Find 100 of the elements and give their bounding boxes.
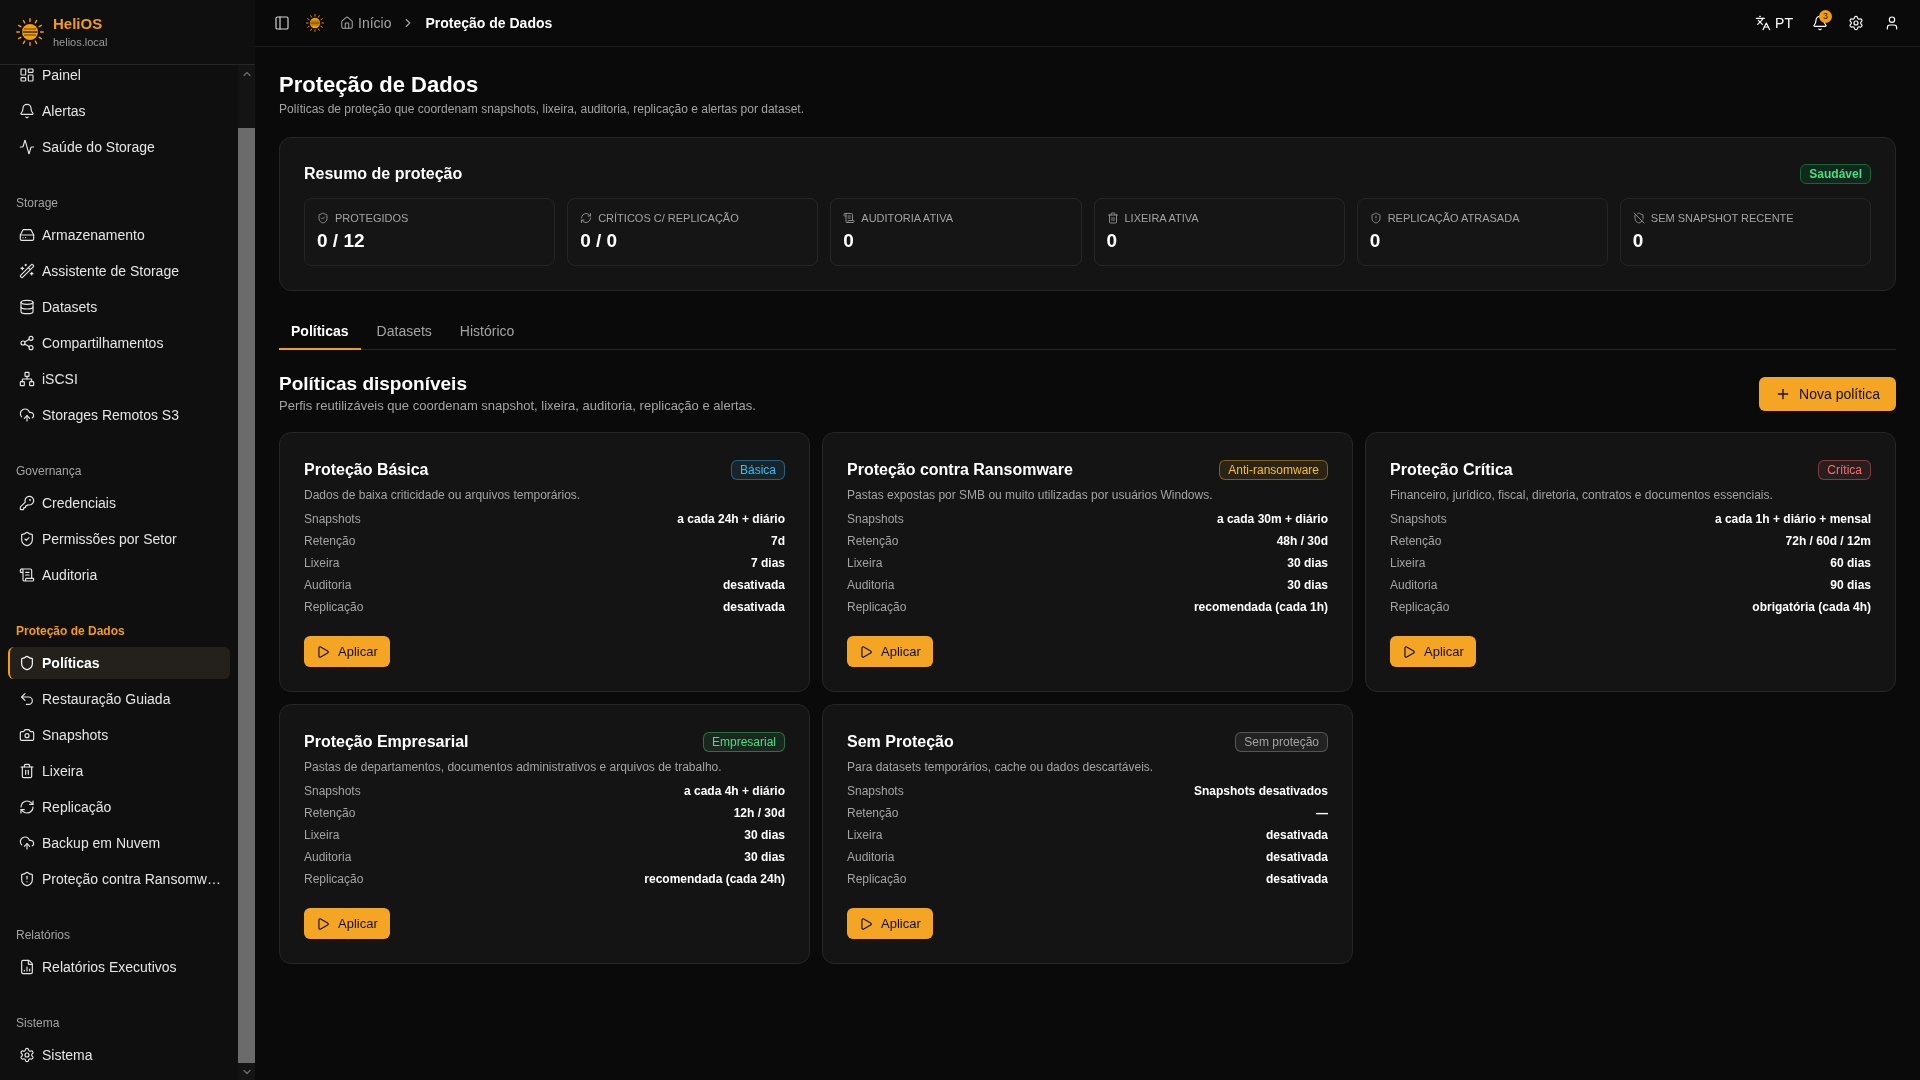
- stat-label: REPLICAÇÃO ATRASADA: [1387, 211, 1520, 225]
- nav-item[interactable]: Políticas: [8, 647, 230, 679]
- policy-field-label: Auditoria: [304, 849, 352, 865]
- policy-field-label: Replicação: [304, 599, 364, 615]
- trash-icon: [19, 763, 35, 779]
- tab[interactable]: Histórico: [447, 313, 527, 350]
- section-subtitle: Perfis reutilizáveis que coordenam snapshot, lixeira, auditoria, replicação e alertas.: [279, 397, 756, 415]
- nav-item[interactable]: iSCSI: [8, 363, 230, 395]
- bell-icon: [19, 103, 35, 119]
- policy-field-label: Auditoria: [847, 577, 895, 593]
- nav-item[interactable]: Storages Remotos S3: [8, 399, 230, 431]
- nav-item[interactable]: Datasets: [8, 291, 230, 323]
- sun-logo-icon: [306, 14, 324, 32]
- policy-field-label: Retenção: [304, 533, 356, 549]
- policy-field-value: 7 dias: [750, 555, 785, 571]
- shield-alert-icon: [1369, 212, 1382, 224]
- translate-icon: [1755, 15, 1772, 31]
- notifications-button[interactable]: 3: [1806, 9, 1834, 37]
- breadcrumb-current: Proteção de Dados: [425, 14, 553, 33]
- stat-value: 0: [1106, 229, 1119, 253]
- nav-section-title: Storage: [15, 195, 60, 211]
- policy-field-value: 60 dias: [1830, 555, 1871, 571]
- policy-field-label: Retenção: [304, 805, 356, 821]
- policy-field-value: 48h / 30d: [1276, 533, 1328, 549]
- policy-description: Pastas de departamentos, documentos administrativos e arquivos de trabalho.: [304, 759, 723, 775]
- policy-field-value: desativada: [1265, 871, 1328, 887]
- nav-item[interactable]: Proteção contra Ransomw…: [8, 863, 230, 895]
- nav-item[interactable]: Permissões por Setor: [8, 523, 230, 555]
- share-icon: [19, 335, 35, 351]
- nav-item[interactable]: Lixeira: [8, 755, 230, 787]
- policy-description: Pastas expostas por SMB ou muito utilizadas por usuários Windows.: [847, 487, 1214, 503]
- apply-button[interactable]: Aplicar: [847, 636, 933, 667]
- policy-tag: Sem proteção: [1235, 732, 1328, 752]
- sun-logo-icon: [16, 18, 44, 46]
- apply-button[interactable]: Aplicar: [1390, 636, 1476, 667]
- play-icon: [1402, 644, 1416, 659]
- scroll-icon: [843, 212, 856, 224]
- play-icon: [316, 916, 330, 931]
- nav-item[interactable]: Alertas: [8, 95, 230, 127]
- nav-item[interactable]: Auditoria: [8, 559, 230, 591]
- brand-name: HeliOS: [53, 14, 104, 34]
- policy-field-value: desativada: [722, 577, 785, 593]
- policy-field-value: desativada: [1265, 827, 1328, 843]
- policy-field-value: 30 dias: [1287, 577, 1328, 593]
- sidebar-toggle-button[interactable]: [274, 15, 290, 31]
- shield-icon: [19, 655, 35, 671]
- stat-value: 0 / 12: [317, 229, 366, 253]
- nav-item[interactable]: Credenciais: [8, 487, 230, 519]
- stat-value: 0: [1369, 229, 1382, 253]
- policy-field-label: Snapshots: [304, 511, 361, 527]
- apply-button[interactable]: Aplicar: [847, 908, 933, 939]
- bell-icon: [1812, 15, 1828, 31]
- stat-value: 0: [1632, 229, 1645, 253]
- tab[interactable]: Políticas: [279, 313, 361, 350]
- nav-section-title: Governança: [15, 463, 83, 479]
- breadcrumb-link[interactable]: Início: [340, 13, 392, 33]
- nav-item[interactable]: Saúde do Storage: [8, 131, 230, 163]
- nav-item[interactable]: Replicação: [8, 791, 230, 823]
- tab[interactable]: Datasets: [364, 313, 444, 350]
- magic-wand-icon: [19, 263, 35, 279]
- nav-item[interactable]: Backup em Nuvem: [8, 827, 230, 859]
- shield-check-icon: [317, 212, 329, 224]
- policy-field-value: a cada 4h + diário: [683, 783, 785, 799]
- policy-field-value: 12h / 30d: [733, 805, 785, 821]
- nav-item[interactable]: Snapshots: [8, 719, 230, 751]
- nav-item[interactable]: Compartilhamentos: [8, 327, 230, 359]
- nav-item[interactable]: Assistente de Storage: [8, 255, 230, 287]
- network-icon: [19, 371, 35, 387]
- policy-field-label: Lixeira: [847, 827, 883, 843]
- language-button[interactable]: PT: [1750, 9, 1798, 37]
- policy-field-label: Replicação: [847, 871, 907, 887]
- policy-field-value: a cada 30m + diário: [1216, 511, 1328, 527]
- apply-button[interactable]: Aplicar: [304, 908, 390, 939]
- policy-field-label: Snapshots: [847, 783, 904, 799]
- trash-icon: [1106, 212, 1119, 224]
- policy-field-value: a cada 24h + diário: [677, 511, 785, 527]
- policy-field-value: 30 dias: [744, 849, 785, 865]
- policy-field-label: Lixeira: [304, 555, 340, 571]
- user-icon: [1884, 15, 1900, 31]
- policy-tag: Básica: [730, 460, 785, 480]
- policy-field-value: desativada: [722, 599, 785, 615]
- stat-value: 0: [843, 229, 855, 253]
- nav-item[interactable]: Restauração Guiada: [8, 683, 230, 715]
- nav-section-title: Sistema: [15, 1015, 61, 1031]
- nav-item[interactable]: Painel: [8, 65, 230, 91]
- nav-item[interactable]: Sistema: [8, 1039, 230, 1071]
- nav-section-title: Relatórios: [15, 927, 72, 943]
- panel-left-icon: [274, 15, 290, 31]
- undo-icon: [19, 691, 35, 707]
- key-icon: [19, 495, 35, 511]
- scroll-icon: [19, 567, 35, 583]
- policy-field-label: Lixeira: [1390, 555, 1426, 571]
- policy-field-value: 72h / 60d / 12m: [1785, 533, 1871, 549]
- apply-button[interactable]: Aplicar: [304, 636, 390, 667]
- nav-item[interactable]: Relatórios Executivos: [8, 951, 230, 983]
- shield-off-icon: [1632, 212, 1645, 224]
- new-policy-button[interactable]: Nova política: [1759, 377, 1896, 411]
- policy-field-value: recomendada (cada 24h): [644, 871, 785, 887]
- policy-title: Sem Proteção: [847, 732, 954, 752]
- nav-item[interactable]: Armazenamento: [8, 219, 230, 251]
